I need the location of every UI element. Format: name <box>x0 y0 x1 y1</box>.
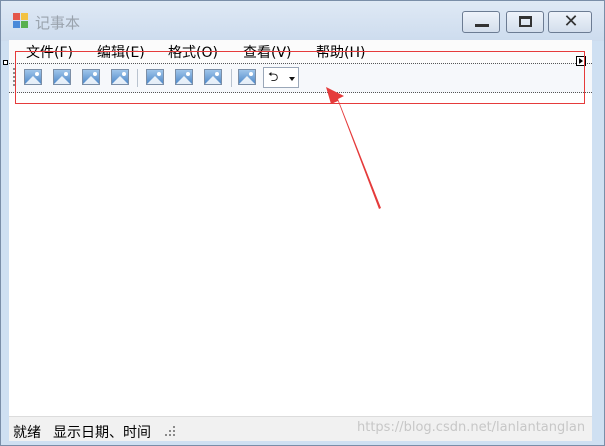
annotation-arrow <box>326 87 381 209</box>
watermark: https://blog.csdn.net/lanlantanglan <box>357 420 586 435</box>
resize-grip-icon[interactable] <box>164 425 176 437</box>
status-datetime: 显示日期、时间 <box>53 425 151 441</box>
status-ready: 就绪 <box>13 425 41 441</box>
annotation-arrow-shape <box>326 87 381 209</box>
